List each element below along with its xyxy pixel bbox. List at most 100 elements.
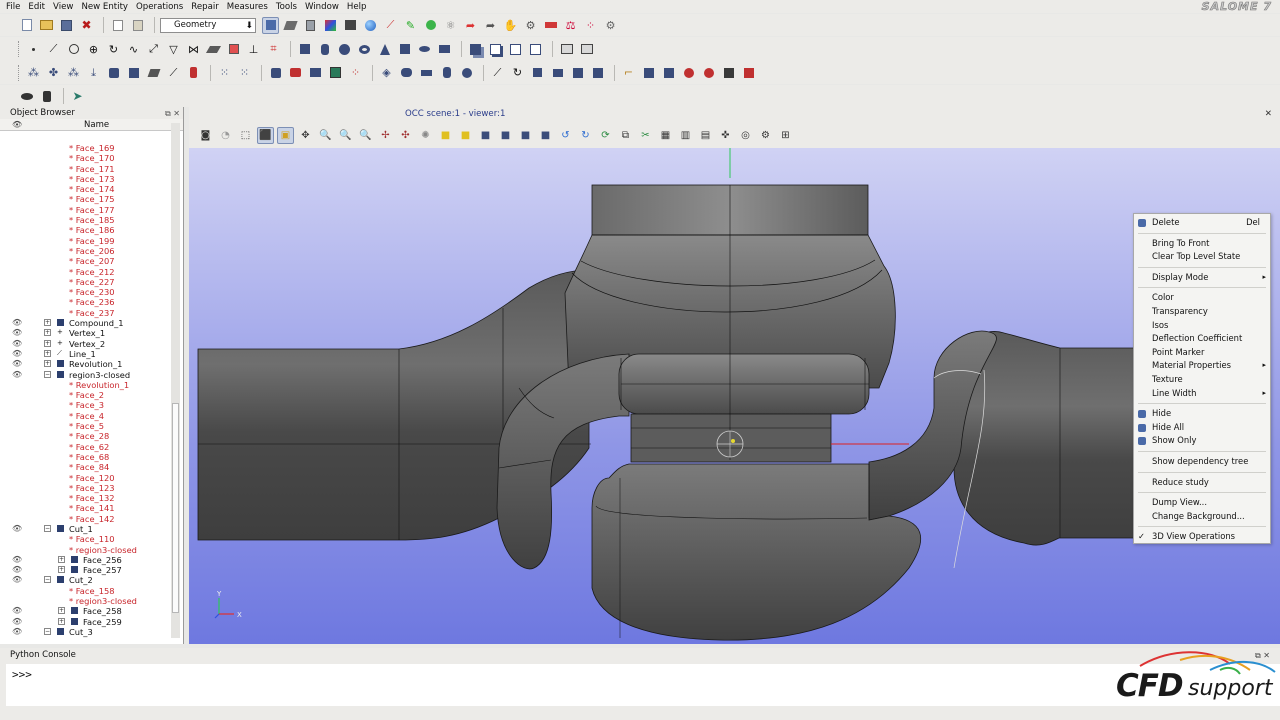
thickness-icon[interactable] (398, 64, 415, 81)
menu-item-isos[interactable]: Isos (1134, 319, 1270, 332)
marker-icon[interactable]: ⌗ (265, 41, 282, 58)
projection-icon[interactable]: ◎ (737, 127, 754, 144)
new-document-icon[interactable] (18, 17, 35, 34)
cut-icon[interactable] (507, 41, 524, 58)
expand-icon[interactable]: + (58, 617, 65, 625)
tree-row[interactable]: * Face_28 (0, 431, 172, 441)
tree-row[interactable]: 👁 + Compound_1 (0, 318, 172, 328)
visibility-eye-icon[interactable]: 👁 (12, 617, 22, 627)
pipe-icon[interactable]: ◈ (378, 64, 395, 81)
tree-row[interactable]: * Face_227 (0, 277, 172, 287)
tree-row[interactable]: * Face_62 (0, 442, 172, 452)
scale-icon[interactable] (145, 64, 162, 81)
partition-icon[interactable]: ✤ (45, 64, 62, 81)
collapse-icon[interactable]: − (44, 524, 51, 532)
face-icon[interactable] (436, 41, 453, 58)
smesh-module-icon[interactable] (302, 17, 319, 34)
tree-row[interactable]: * Face_4 (0, 411, 172, 421)
tree-row[interactable]: 👁 − Cut_1 (0, 524, 172, 534)
front-view-icon[interactable]: ■ (437, 127, 454, 144)
tree-row[interactable]: 👁 − Cut_2 (0, 575, 172, 585)
explode-icon[interactable]: ⁂ (25, 64, 42, 81)
visibility-eye-icon[interactable]: 👁 (12, 627, 22, 637)
tree-row[interactable]: * region3-closed (0, 545, 172, 555)
wire-icon[interactable]: ↻ (509, 64, 526, 81)
rotate-right-icon[interactable]: ↻ (577, 127, 594, 144)
tree-row[interactable]: 👁 + + Vertex_2 (0, 339, 172, 349)
zoom-icon[interactable]: 🔍 (317, 127, 334, 144)
menu-operations[interactable]: Operations (136, 2, 183, 12)
compound-icon[interactable] (458, 64, 475, 81)
tree-row[interactable]: * Revolution_1 (0, 380, 172, 390)
revolution-icon[interactable] (327, 64, 344, 81)
rectangle-icon[interactable] (396, 41, 413, 58)
menu-item-texture[interactable]: Texture (1134, 373, 1270, 386)
clipping-icon[interactable]: ✂ (637, 127, 654, 144)
tree-row[interactable]: 👁 − Cut_3 (0, 627, 172, 637)
group-create-icon[interactable] (640, 64, 657, 81)
pan-icon[interactable]: ✥ (297, 127, 314, 144)
arrow-dark-icon[interactable]: ➦ (482, 17, 499, 34)
sketch-icon[interactable]: ✎ (402, 17, 419, 34)
visibility-eye-icon[interactable]: 👁 (12, 606, 22, 616)
box-icon[interactable] (296, 41, 313, 58)
select-icon[interactable]: ⬛ (257, 127, 274, 144)
homard-icon[interactable]: ⚛ (442, 17, 459, 34)
menu-help[interactable]: Help (347, 2, 367, 12)
tree-row[interactable]: 👁 + Face_257 (0, 565, 172, 575)
tree-row[interactable]: * Face_175 (0, 194, 172, 204)
expand-icon[interactable]: + (58, 607, 65, 615)
collapse-icon[interactable]: − (44, 576, 51, 584)
menu-new-entity[interactable]: New Entity (81, 2, 128, 12)
chamfer-icon[interactable] (287, 64, 304, 81)
menu-item-reduce-study[interactable]: Reduce study (1134, 476, 1270, 489)
extrusion-icon[interactable] (307, 64, 324, 81)
shell-build-icon[interactable] (549, 64, 566, 81)
robot-icon[interactable]: ⚙ (522, 17, 539, 34)
more-icon[interactable]: ⊞ (777, 127, 794, 144)
tree-row[interactable]: * Face_199 (0, 236, 172, 246)
visibility-eye-icon[interactable]: 👁 (12, 524, 22, 534)
geometry-module-icon[interactable] (262, 16, 279, 34)
multi-translation-icon[interactable]: ⁙ (216, 64, 233, 81)
back-view-icon[interactable]: ■ (457, 127, 474, 144)
visibility-eye-icon[interactable]: 👁 (12, 565, 22, 575)
top-view-icon[interactable]: ■ (477, 127, 494, 144)
redbar-icon[interactable] (542, 17, 559, 34)
polyline-icon[interactable]: ▽ (165, 41, 182, 58)
tree-row[interactable]: * Face_170 (0, 153, 172, 163)
tree-row[interactable]: 👁 + Revolution_1 (0, 359, 172, 369)
tree-row[interactable]: * Face_142 (0, 514, 172, 524)
tree-row[interactable]: * Face_173 (0, 174, 172, 184)
tree-row[interactable]: * Face_185 (0, 215, 172, 225)
close-viewer-icon[interactable]: ✕ (1265, 109, 1272, 119)
selection-icon[interactable]: ▣ (277, 127, 294, 144)
intersect-groups-icon[interactable] (700, 64, 717, 81)
local-cs-icon[interactable] (740, 64, 757, 81)
common-icon[interactable] (487, 41, 504, 58)
scale-icon[interactable]: ▤ (697, 127, 714, 144)
torus-icon[interactable] (356, 41, 373, 58)
rotate-left-icon[interactable]: ↺ (557, 127, 574, 144)
point-icon[interactable] (25, 41, 42, 58)
tree-row[interactable]: * Face_207 (0, 256, 172, 266)
menu-item-show-dependency-tree[interactable]: Show dependency tree (1134, 455, 1270, 468)
curve-icon[interactable]: ∿ (125, 41, 142, 58)
shaper-module-icon[interactable] (282, 17, 299, 34)
menu-repair[interactable]: Repair (191, 2, 219, 12)
gear-icon[interactable]: ⚙ (602, 17, 619, 34)
cone-icon[interactable] (376, 41, 393, 58)
visibility-column-eye-icon[interactable]: 👁 (12, 120, 22, 129)
solid-build-icon[interactable] (569, 64, 586, 81)
cut-groups-icon[interactable] (720, 64, 737, 81)
copy-icon[interactable] (109, 17, 126, 34)
expand-icon[interactable]: + (44, 360, 51, 368)
sync-icon[interactable]: ⚙ (757, 127, 774, 144)
plane-icon[interactable] (205, 41, 222, 58)
tree-row[interactable]: * Face_84 (0, 462, 172, 472)
tree-row[interactable]: 👁 + ⟋ Line_1 (0, 349, 172, 359)
compound-build-icon[interactable] (589, 64, 606, 81)
menu-item-transparency[interactable]: Transparency (1134, 305, 1270, 318)
tree-row[interactable]: * Face_2 (0, 390, 172, 400)
menu-item-clear-top-level-state[interactable]: Clear Top Level State (1134, 250, 1270, 263)
